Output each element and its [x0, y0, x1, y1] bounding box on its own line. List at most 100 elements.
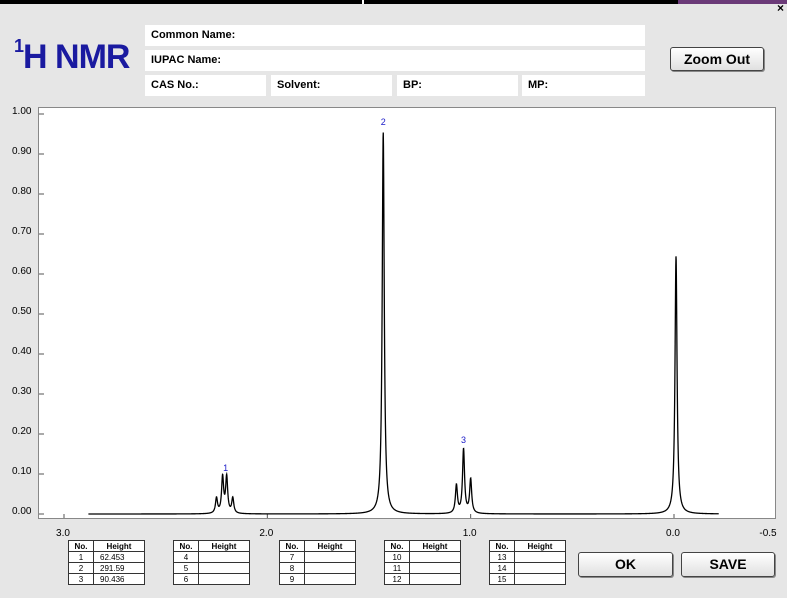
table-row: 11 — [384, 562, 461, 574]
table-header-row: No. Height — [173, 540, 250, 552]
title-superscript: 1 — [14, 35, 24, 56]
peak-number-cell: 10 — [384, 551, 410, 563]
table-row: 7 — [279, 551, 356, 563]
table-header-row: No. Height — [489, 540, 566, 552]
table-row: 5 — [173, 562, 250, 574]
peak-number-cell: 2 — [68, 562, 94, 574]
x-tick-label: 2.0 — [259, 528, 274, 539]
peak-table: No. Height 4 5 6 — [173, 540, 250, 585]
table-header-row: No. Height — [68, 540, 145, 552]
y-tick-label: 0.20 — [12, 426, 32, 437]
y-tick-label: 0.50 — [12, 306, 32, 317]
peak-height-cell — [304, 562, 356, 574]
close-icon[interactable]: × — [777, 2, 784, 14]
peak-number-cell: 15 — [489, 573, 515, 585]
peak-height-cell — [198, 551, 250, 563]
spectrum-line — [88, 132, 719, 515]
peak-number-cell: 8 — [279, 562, 305, 574]
peak-height-cell — [198, 573, 250, 585]
table-row: 8 — [279, 562, 356, 574]
column-header-height: Height — [409, 540, 461, 552]
y-tick-label: 0.30 — [12, 386, 32, 397]
column-header-height: Height — [93, 540, 145, 552]
table-row: 2 291.59 — [68, 562, 145, 574]
column-header-height: Height — [304, 540, 356, 552]
peak-table: No. Height 7 8 9 — [279, 540, 356, 585]
peak-number-cell: 6 — [173, 573, 199, 585]
peak-label: 2 — [381, 117, 386, 127]
ok-button[interactable]: OK — [578, 552, 673, 577]
x-tick-label: 1.0 — [462, 528, 477, 539]
peak-number-cell: 7 — [279, 551, 305, 563]
peak-height-cell: 90.436 — [93, 573, 145, 585]
peak-number-cell: 12 — [384, 573, 410, 585]
save-button[interactable]: SAVE — [681, 552, 775, 577]
peak-height-cell — [304, 573, 356, 585]
y-tick-label: 0.00 — [12, 506, 32, 517]
peak-height-cell — [198, 562, 250, 574]
solvent-field[interactable]: Solvent: — [271, 75, 392, 96]
peak-height-cell — [304, 551, 356, 563]
table-row: 13 — [489, 551, 566, 563]
peak-number-cell: 4 — [173, 551, 199, 563]
y-tick-label: 0.70 — [12, 226, 32, 237]
mp-field[interactable]: MP: — [522, 75, 645, 96]
y-tick-label: 0.90 — [12, 146, 32, 157]
peak-height-cell — [409, 573, 461, 585]
peak-number-cell: 9 — [279, 573, 305, 585]
column-header-height: Height — [198, 540, 250, 552]
iupac-name-field[interactable]: IUPAC Name: — [145, 50, 645, 71]
cas-number-field[interactable]: CAS No.: — [145, 75, 266, 96]
y-tick-label: 0.60 — [12, 266, 32, 277]
nmr-plot-area: 1 2 3 — [38, 107, 777, 519]
y-tick-label: 1.00 — [12, 106, 32, 117]
x-tick-label: 0.0 — [666, 528, 680, 539]
peak-number-cell: 11 — [384, 562, 410, 574]
table-row: 4 — [173, 551, 250, 563]
column-header-no: No. — [68, 540, 94, 552]
peak-number-cell: 5 — [173, 562, 199, 574]
table-row: 3 90.436 — [68, 573, 145, 585]
top-bar-accent — [678, 0, 787, 4]
y-tick-label: 0.80 — [12, 186, 32, 197]
x-tick-label: -0.5 — [759, 528, 777, 539]
peak-number-cell: 1 — [68, 551, 94, 563]
y-tick-label: 0.10 — [12, 466, 32, 477]
top-bar-mark — [362, 0, 364, 4]
x-tick-label: 3.0 — [56, 528, 70, 539]
window-top-bar — [0, 0, 787, 4]
title-text: H NMR — [23, 38, 130, 76]
peak-height-cell — [409, 551, 461, 563]
table-row: 15 — [489, 573, 566, 585]
table-row: 10 — [384, 551, 461, 563]
peak-height-cell: 62.453 — [93, 551, 145, 563]
table-row: 6 — [173, 573, 250, 585]
column-header-no: No. — [173, 540, 199, 552]
peak-height-cell — [514, 562, 566, 574]
peak-number-cell: 3 — [68, 573, 94, 585]
column-header-no: No. — [489, 540, 515, 552]
nmr-spectrum-chart: 1 2 3 — [39, 113, 777, 518]
common-name-field[interactable]: Common Name: — [145, 25, 645, 46]
table-row: 12 — [384, 573, 461, 585]
table-header-row: No. Height — [279, 540, 356, 552]
peak-number-cell: 13 — [489, 551, 515, 563]
bp-field[interactable]: BP: — [397, 75, 518, 96]
peak-table: No. Height 10 11 12 — [384, 540, 461, 585]
column-header-height: Height — [514, 540, 566, 552]
peak-height-cell — [514, 573, 566, 585]
column-header-no: No. — [384, 540, 410, 552]
peak-height-cell — [514, 551, 566, 563]
peak-label: 1 — [223, 463, 228, 473]
zoom-out-button[interactable]: Zoom Out — [670, 47, 764, 71]
table-row: 14 — [489, 562, 566, 574]
peak-number-cell: 14 — [489, 562, 515, 574]
table-row: 1 62.453 — [68, 551, 145, 563]
page-title: 1H NMR — [14, 35, 130, 77]
peak-table: No. Height 1 62.453 2 291.59 3 90.436 — [68, 540, 145, 585]
y-tick-label: 0.40 — [12, 346, 32, 357]
table-row: 9 — [279, 573, 356, 585]
peak-height-cell: 291.59 — [93, 562, 145, 574]
peak-label: 3 — [461, 435, 466, 445]
peak-height-cell — [409, 562, 461, 574]
